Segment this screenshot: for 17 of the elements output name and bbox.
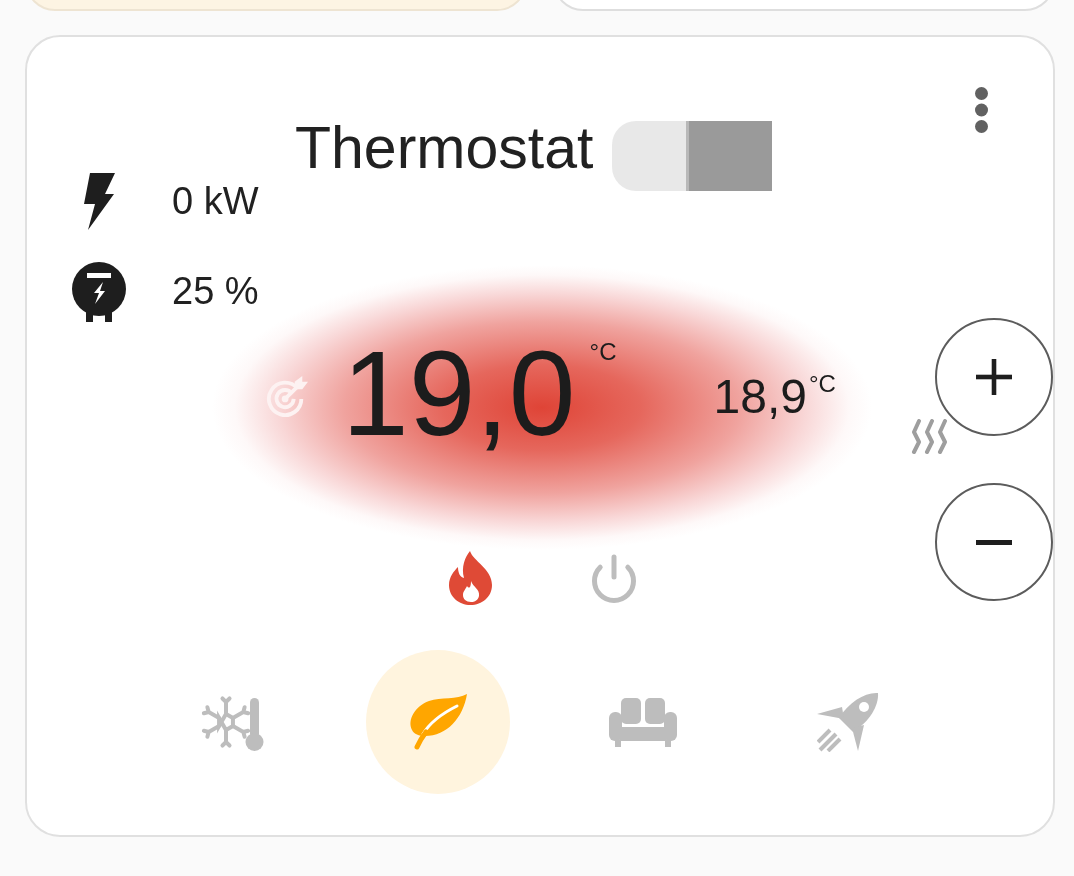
percentage-reading: 25 % <box>172 270 259 314</box>
target-temperature: 19,0 <box>342 333 576 453</box>
power-icon <box>590 553 638 603</box>
power-reading: 0 kW <box>172 179 259 224</box>
rocket-icon <box>816 692 879 752</box>
target-temperature-unit: °C <box>589 340 617 364</box>
minus-icon <box>976 539 1012 545</box>
bullseye-arrow-icon <box>266 376 308 418</box>
card-title: Thermostat <box>295 119 594 178</box>
more-vertical-icon <box>974 87 988 133</box>
current-temperature: 18,9 <box>713 373 807 421</box>
electric-device-icon <box>72 262 126 322</box>
lightning-bolt-icon <box>83 173 115 230</box>
flame-icon <box>448 551 492 605</box>
plus-icon <box>976 359 1012 395</box>
current-temperature-unit: °C <box>808 372 836 396</box>
sofa-icon <box>608 697 677 747</box>
